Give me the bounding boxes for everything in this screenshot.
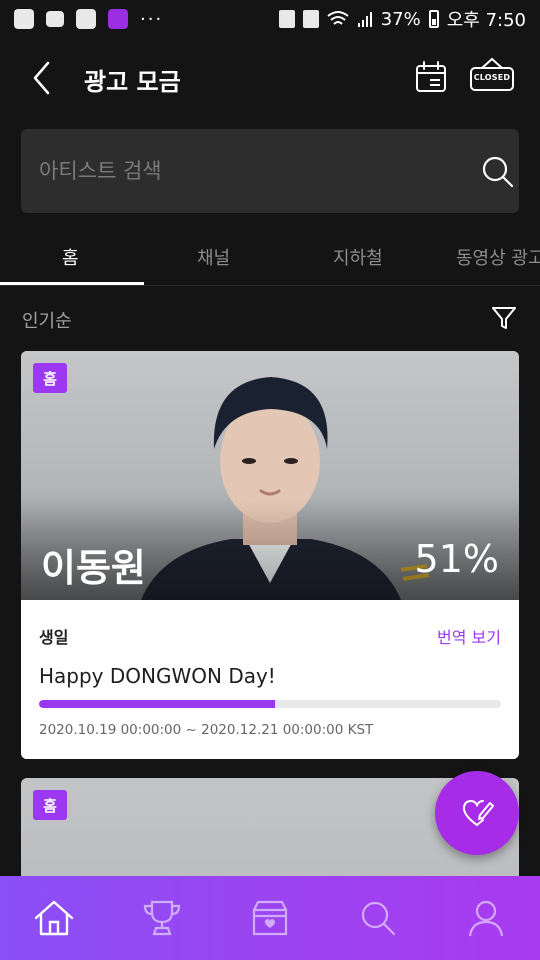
closed-button[interactable]: CLOSED (468, 56, 516, 96)
translate-link[interactable]: 번역 보기 (437, 624, 501, 648)
nav-trophy-icon[interactable] (140, 896, 184, 940)
artist-search-input[interactable] (39, 129, 459, 213)
ad-category: 생일 (39, 628, 69, 647)
mute-icon (302, 10, 319, 28)
status-notifications: ··· (14, 9, 163, 30)
ad-period: 2020.10.19 00:00:00 ~ 2020.12.21 00:00:0… (39, 722, 374, 738)
funding-percent: 51% (414, 537, 499, 581)
recycle-icon (278, 10, 295, 28)
gallery-notification-icon (76, 9, 96, 29)
bottom-navigation (0, 876, 540, 960)
signal-icon (357, 12, 372, 27)
app-notification-icon-2 (108, 9, 128, 29)
search-icon[interactable] (481, 155, 515, 189)
more-notifications-icon: ··· (140, 8, 164, 30)
category-badge: 홈 (33, 363, 67, 393)
ad-card-body: 생일 번역 보기 Happy DONGWON Day! 2020.10.19 0… (21, 600, 519, 759)
category-tabs: 홈 채널 지하철 동영상 광고 (0, 232, 540, 286)
funding-progress-fill (39, 700, 275, 708)
tab-home[interactable]: 홈 (62, 244, 79, 270)
closed-label: CLOSED (473, 73, 511, 82)
nav-box-heart-icon[interactable] (248, 896, 292, 940)
battery-percent: 37% (380, 8, 421, 30)
artist-name: 이동원 (41, 546, 146, 590)
page-title: 광고 모금 (84, 68, 181, 96)
filter-icon[interactable] (490, 304, 518, 332)
tab-video-ad[interactable]: 동영상 광고 (456, 244, 540, 270)
cleaner-notification-icon (46, 11, 64, 27)
sort-order-label[interactable]: 인기순 (22, 307, 72, 333)
calendar-icon[interactable] (414, 60, 448, 94)
back-button[interactable] (28, 60, 58, 96)
tab-divider (0, 285, 540, 286)
heart-pen-icon (462, 799, 494, 826)
funding-progress-bar (39, 700, 501, 708)
artist-photo: 홈 이동원 51% (21, 351, 519, 600)
support-fab-button[interactable] (435, 771, 519, 855)
nav-home-icon[interactable] (32, 896, 76, 940)
status-system: 37% 오후 7:50 (278, 6, 526, 32)
artist-search-bar (21, 129, 519, 213)
clock: 오후 7:50 (446, 10, 526, 31)
category-badge: 홈 (33, 790, 67, 820)
app-header: 광고 모금 CLOSED (0, 38, 540, 118)
ad-title: Happy DONGWON Day! (39, 664, 276, 688)
nav-profile-icon[interactable] (464, 896, 508, 940)
wifi-icon (327, 11, 349, 25)
battery-icon (428, 10, 439, 28)
app-notification-icon (14, 9, 34, 29)
nav-search-icon[interactable] (356, 896, 400, 940)
ad-card[interactable]: 홈 이동원 51% 생일 번역 보기 Happy DONGWON Day! 20… (21, 351, 519, 759)
status-bar: ··· 37% 오후 7:50 (0, 0, 540, 38)
tab-subway[interactable]: 지하철 (333, 244, 383, 270)
tab-channel[interactable]: 채널 (197, 244, 230, 270)
